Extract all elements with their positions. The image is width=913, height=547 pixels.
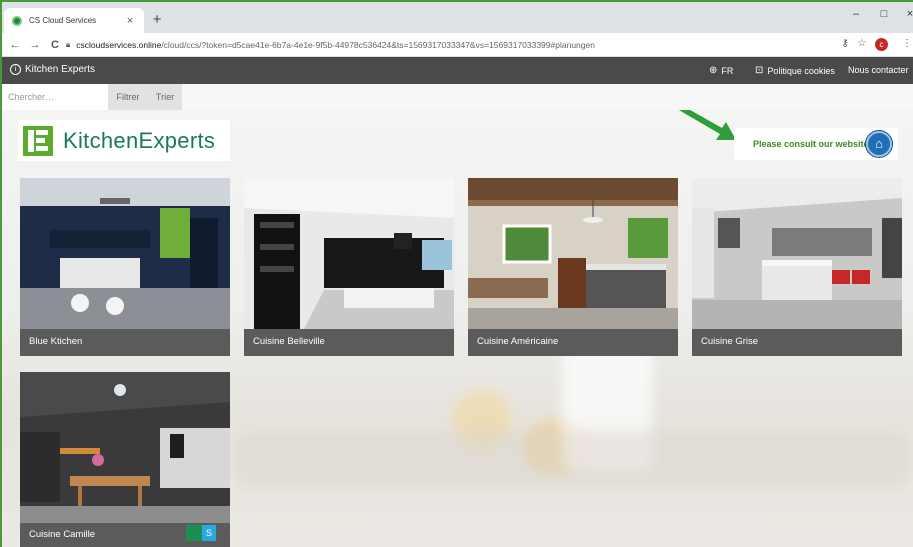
url-field[interactable]: 🔒︎ cscloudservices.online/cloud/ccs/?tok…: [66, 36, 836, 54]
menu-dots-icon[interactable]: ⋮: [900, 38, 913, 49]
arrow-icon: [678, 110, 736, 140]
brand-link[interactable]: i Kitchen Experts: [10, 64, 95, 75]
language-button[interactable]: ⊕ FR: [709, 65, 733, 76]
minimize-button[interactable]: –: [846, 8, 866, 20]
consult-website-label: Please consult our website: [753, 139, 869, 149]
lock-icon: 🔒︎: [66, 40, 71, 49]
language-label: FR: [721, 65, 734, 76]
project-card[interactable]: Cuisine Américaine: [468, 178, 678, 356]
kitchen-render-image: [20, 178, 230, 329]
card-title: Cuisine Belleville: [253, 336, 325, 347]
profile-avatar[interactable]: c: [875, 38, 888, 51]
tab-title: CS Cloud Services: [29, 16, 97, 25]
globe-icon: ⊕: [709, 65, 718, 76]
cookies-label: Politique cookies: [767, 65, 835, 76]
address-bar: ← → C 🔒︎ cscloudservices.online/cloud/cc…: [2, 33, 913, 57]
app-header: i Kitchen Experts ⊕ FR ⊡ Politique cooki…: [2, 57, 913, 84]
background-decor: [232, 430, 912, 490]
search-input[interactable]: [2, 84, 108, 110]
lock-icon: ⊡: [755, 65, 764, 76]
url-path: /cloud/ccs/?token=d5cae41e-6b7a-4e1e-9f5…: [161, 40, 595, 50]
sort-button[interactable]: Trier: [148, 84, 182, 110]
kitchen-experts-logo[interactable]: KitchenExperts: [18, 120, 230, 161]
project-card[interactable]: Blue Ktichen: [20, 178, 230, 356]
badge-icon: S: [186, 525, 216, 541]
kitchen-render-image: [692, 178, 902, 329]
kitchen-render-image: [20, 372, 230, 523]
url-host: cscloudservices.online: [76, 40, 162, 50]
star-icon[interactable]: ☆: [855, 38, 869, 49]
toolbar: Filtrer Trier: [2, 84, 913, 110]
favicon-icon: [12, 15, 22, 26]
browser-tab[interactable]: CS Cloud Services ×: [4, 8, 144, 33]
brand-label: Kitchen Experts: [25, 64, 96, 75]
consult-website-link[interactable]: Please consult our website ⌂: [734, 128, 898, 160]
card-title: Cuisine Américaine: [477, 336, 559, 347]
forward-button[interactable]: →: [28, 39, 42, 51]
key-icon[interactable]: ⚷: [838, 38, 852, 49]
filter-button[interactable]: Filtrer: [108, 84, 148, 110]
card-title: Cuisine Grise: [701, 336, 759, 347]
tab-close-button[interactable]: ×: [124, 15, 136, 27]
tab-strip: CS Cloud Services × + – □ ×: [2, 2, 913, 33]
project-card[interactable]: Cuisine Belleville: [244, 178, 454, 356]
browser-window: CS Cloud Services × + – □ × ← → C 🔒︎ csc…: [0, 0, 913, 547]
info-icon: i: [10, 64, 21, 75]
kitchen-render-image: [468, 178, 678, 329]
contact-label: Nous contacter: [848, 65, 909, 75]
reload-button[interactable]: C: [48, 39, 62, 51]
maximize-button[interactable]: □: [874, 8, 894, 20]
contact-link[interactable]: Nous contacter: [848, 65, 909, 75]
home-icon: ⌂: [866, 131, 892, 157]
card-title: Blue Ktichen: [29, 336, 83, 347]
badge-letter: S: [202, 525, 216, 541]
project-card[interactable]: S Cuisine Camille: [20, 372, 230, 547]
close-window-button[interactable]: ×: [900, 8, 913, 20]
logo-mark-icon: [23, 125, 53, 156]
kitchen-render-image: [244, 178, 454, 329]
back-button[interactable]: ←: [8, 39, 22, 51]
new-tab-button[interactable]: +: [149, 11, 165, 28]
main-content: KitchenExperts Please consult our websit…: [2, 110, 913, 547]
grid-icon: [186, 525, 202, 541]
card-title: Cuisine Camille: [29, 529, 95, 540]
cookies-link[interactable]: ⊡ Politique cookies: [755, 65, 835, 76]
logo-text: KitchenExperts: [63, 127, 216, 153]
project-card[interactable]: Cuisine Grise: [692, 178, 902, 356]
